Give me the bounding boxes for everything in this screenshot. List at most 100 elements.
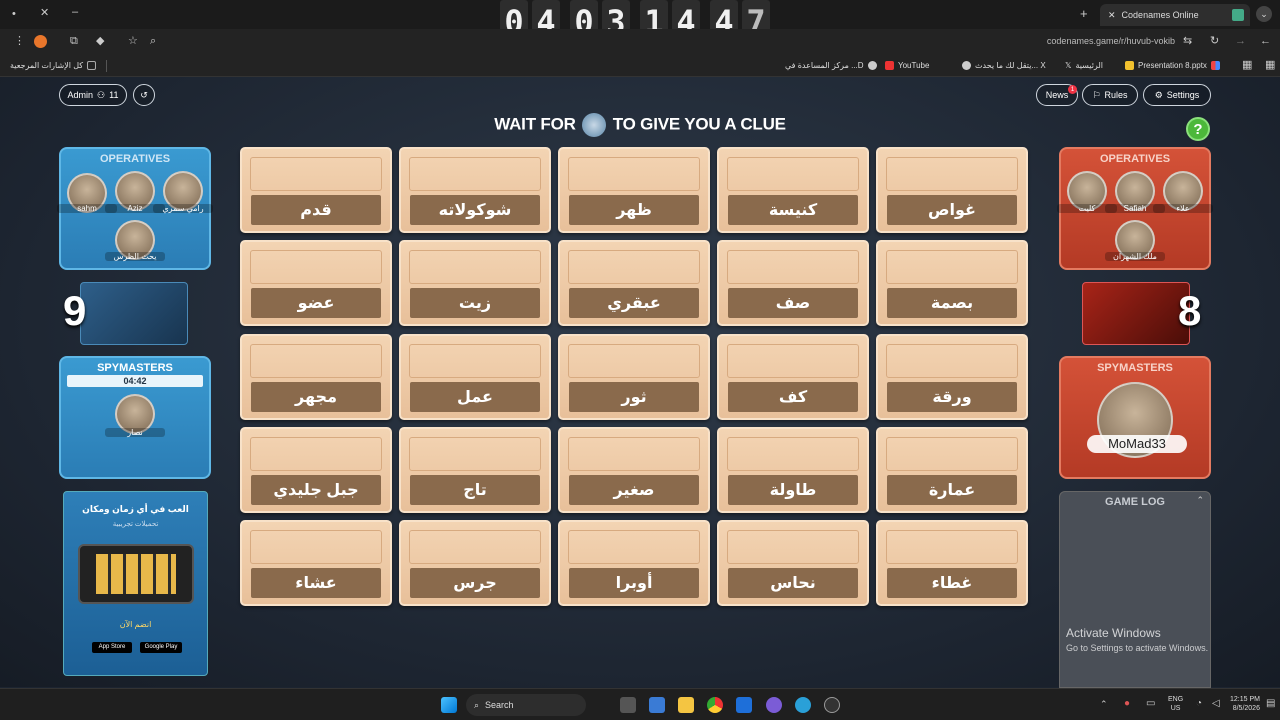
word-label: عمل bbox=[410, 382, 540, 412]
extensions-icon[interactable]: ⧉ bbox=[70, 36, 78, 47]
word-card[interactable]: صغير bbox=[558, 427, 710, 513]
word-card[interactable]: عبقري bbox=[558, 240, 710, 326]
settings-button[interactable]: ⚙ Settings bbox=[1143, 84, 1211, 106]
explorer-icon[interactable] bbox=[678, 697, 694, 713]
url-bar[interactable]: codenames.game/r/huvub-vokib bbox=[1000, 36, 1175, 46]
chrome-icon[interactable] bbox=[707, 697, 723, 713]
obs-icon[interactable] bbox=[824, 697, 840, 713]
start-icon[interactable] bbox=[441, 697, 457, 713]
bookmark-label: كل الإشارات المرجعية bbox=[10, 61, 84, 70]
word-card[interactable]: غواص bbox=[876, 147, 1028, 233]
tab-search-icon[interactable]: ⌄ bbox=[1256, 6, 1272, 22]
word-card[interactable]: مجهر bbox=[240, 334, 392, 420]
promo-sub: تحميلات تجريبية bbox=[112, 521, 159, 528]
word-card[interactable]: كنيسة bbox=[717, 147, 869, 233]
word-card[interactable]: شوكولاته bbox=[399, 147, 551, 233]
edge-icon[interactable] bbox=[795, 697, 811, 713]
red-agent-card bbox=[1082, 282, 1190, 345]
notification-icon[interactable]: ▤ bbox=[1266, 699, 1275, 709]
mail-icon[interactable] bbox=[736, 697, 752, 713]
word-card[interactable]: بصمة bbox=[876, 240, 1028, 326]
word-label: نحاس bbox=[728, 568, 858, 598]
appstore-button[interactable]: App Store bbox=[92, 642, 132, 653]
discord-icon[interactable] bbox=[766, 697, 782, 713]
word-card[interactable]: زيت bbox=[399, 240, 551, 326]
diamond-icon[interactable]: ◆ bbox=[96, 36, 104, 47]
task-view-icon[interactable] bbox=[620, 697, 636, 713]
word-label: مجهر bbox=[251, 382, 381, 412]
reset-button[interactable]: ↺ bbox=[133, 84, 155, 106]
site-settings-icon[interactable]: ⇆ bbox=[1183, 36, 1192, 47]
word-card[interactable]: عمل bbox=[399, 334, 551, 420]
word-label: صف bbox=[728, 288, 858, 318]
word-label: كنيسة bbox=[728, 195, 858, 225]
word-card[interactable]: جرس bbox=[399, 520, 551, 606]
word-card[interactable]: طاولة bbox=[717, 427, 869, 513]
word-card[interactable]: صف bbox=[717, 240, 869, 326]
network-icon[interactable]: ▭ bbox=[1146, 699, 1155, 709]
profile-icon[interactable] bbox=[34, 35, 47, 48]
blue-spymasters-panel: SPYMASTERS 04:42 نصار bbox=[59, 356, 211, 479]
word-card[interactable]: عشاء bbox=[240, 520, 392, 606]
bookmark-presentation[interactable]: Presentation 8.pptx bbox=[1125, 61, 1220, 70]
panel-title: SPYMASTERS bbox=[1097, 362, 1173, 374]
googleplay-button[interactable]: Google Play bbox=[140, 642, 182, 653]
turn-timer: 04:42 bbox=[67, 375, 203, 387]
players-icon: ⚇ bbox=[97, 89, 106, 100]
word-card[interactable]: عمارة bbox=[876, 427, 1028, 513]
back-icon[interactable]: ← bbox=[1260, 36, 1271, 47]
word-card[interactable]: أوبرا bbox=[558, 520, 710, 606]
word-card[interactable]: ثور bbox=[558, 334, 710, 420]
bookmark-x[interactable]: يتقل لك ما يحدث... X bbox=[962, 61, 1046, 70]
bookmark-home[interactable]: 𝕏 الرئيسية bbox=[1065, 61, 1103, 70]
store-icon[interactable] bbox=[649, 697, 665, 713]
admin-button[interactable]: Admin ⚇ 11 bbox=[59, 84, 127, 106]
clock-area[interactable]: 12:15 PM 8/5/2026 bbox=[1230, 695, 1260, 713]
bookmark-help-center[interactable]: مركز المساعدة في ...D bbox=[785, 61, 877, 70]
reload-icon[interactable]: ↻ bbox=[1210, 36, 1219, 47]
taskbar-search[interactable]: ⌕ Search bbox=[466, 694, 586, 716]
promo-banner[interactable]: العب في أي زمان ومكان تحميلات تجريبية ان… bbox=[63, 491, 208, 676]
rules-button[interactable]: ⚐ Rules bbox=[1082, 84, 1138, 106]
game-log-panel[interactable]: GAME LOG ⌃ bbox=[1059, 491, 1211, 688]
zoom-icon[interactable]: ⌕ bbox=[150, 36, 156, 47]
word-card[interactable]: ورقة bbox=[876, 334, 1028, 420]
window-menu-icon[interactable]: • bbox=[12, 9, 16, 20]
word-card[interactable]: ظهر bbox=[558, 147, 710, 233]
wifi-icon[interactable]: ◔ bbox=[1196, 699, 1202, 709]
help-button[interactable]: ? bbox=[1186, 117, 1210, 141]
word-card[interactable]: جبل جليدي bbox=[240, 427, 392, 513]
promo-headline: العب في أي زمان ومكان bbox=[82, 504, 189, 514]
browser-tab[interactable]: ✕ Codenames Online bbox=[1100, 4, 1250, 26]
new-tab-icon[interactable]: + bbox=[1080, 7, 1088, 20]
word-card[interactable]: غطاء bbox=[876, 520, 1028, 606]
player-count: 11 bbox=[109, 90, 119, 100]
taskbar: ⌕ Search ⌃ ● ▭ ENG US ◔ ◁ 12:15 PM 8/5/2… bbox=[0, 688, 1280, 720]
tray-chevron-icon[interactable]: ⌃ bbox=[1100, 700, 1108, 709]
search-label: Search bbox=[485, 700, 514, 710]
word-card[interactable]: نحاس bbox=[717, 520, 869, 606]
minimize-icon[interactable]: – bbox=[72, 7, 78, 18]
volume-icon[interactable]: ◁ bbox=[1212, 699, 1220, 709]
close-icon[interactable]: ✕ bbox=[40, 8, 49, 19]
forward-icon[interactable]: → bbox=[1235, 36, 1246, 47]
collapse-icon[interactable]: ⌃ bbox=[1196, 495, 1204, 506]
apps-grid-icon[interactable]: ▦ bbox=[1242, 60, 1252, 71]
word-card[interactable]: كف bbox=[717, 334, 869, 420]
star-icon[interactable]: ☆ bbox=[128, 36, 138, 47]
word-card[interactable]: عضو bbox=[240, 240, 392, 326]
spymaster-avatar-icon bbox=[582, 113, 607, 137]
word-card[interactable]: تاج bbox=[399, 427, 551, 513]
language-indicator[interactable]: ENG US bbox=[1168, 695, 1183, 713]
bookmark-all[interactable]: كل الإشارات المرجعية bbox=[10, 61, 97, 70]
word-card[interactable]: قدم bbox=[240, 147, 392, 233]
word-label: تاج bbox=[410, 475, 540, 505]
bookmark-youtube[interactable]: YouTube bbox=[885, 61, 929, 70]
mic-icon[interactable]: ● bbox=[1124, 699, 1130, 709]
word-label: غطاء bbox=[887, 568, 1017, 598]
menu-dots-icon[interactable]: ⋮ bbox=[14, 36, 25, 47]
tray-time: 12:15 PM bbox=[1230, 696, 1260, 703]
tab-close-icon[interactable]: ✕ bbox=[1108, 10, 1116, 21]
bookmarks-grid-icon[interactable]: ▦ bbox=[1265, 60, 1275, 71]
lang-code: ENG bbox=[1168, 696, 1184, 703]
